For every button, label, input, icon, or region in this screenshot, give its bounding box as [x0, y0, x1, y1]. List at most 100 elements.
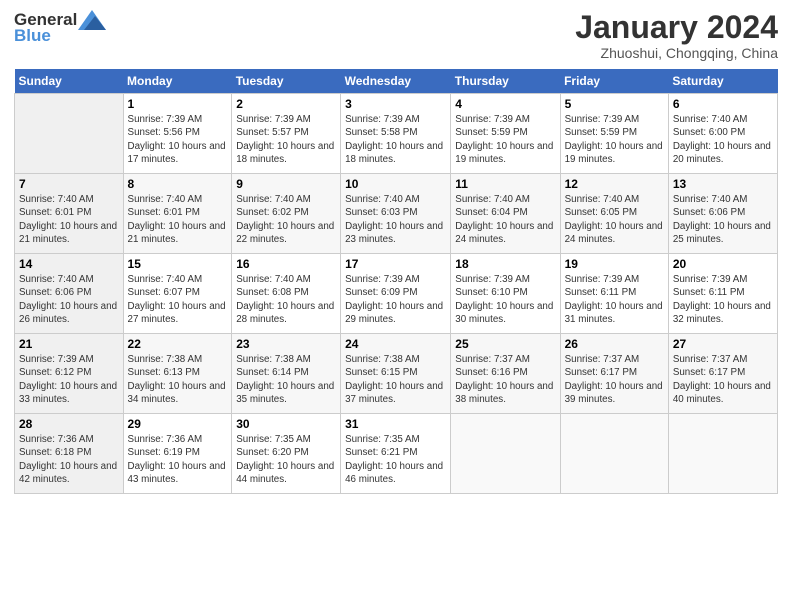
cell-detail: Sunrise: 7:40 AMSunset: 6:06 PMDaylight:… — [673, 193, 773, 246]
calendar-cell: 10 Sunrise: 7:40 AMSunset: 6:03 PMDaylig… — [341, 174, 451, 254]
day-header-saturday: Saturday — [668, 69, 777, 94]
calendar-cell: 11 Sunrise: 7:40 AMSunset: 6:04 PMDaylig… — [451, 174, 560, 254]
calendar-cell: 4 Sunrise: 7:39 AMSunset: 5:59 PMDayligh… — [451, 94, 560, 174]
day-header-monday: Monday — [123, 69, 232, 94]
cell-detail: Sunrise: 7:38 AMSunset: 6:13 PMDaylight:… — [128, 353, 228, 406]
cell-detail: Sunrise: 7:39 AMSunset: 5:58 PMDaylight:… — [345, 113, 446, 166]
day-number: 29 — [128, 417, 228, 431]
cell-detail: Sunrise: 7:40 AMSunset: 6:07 PMDaylight:… — [128, 273, 228, 326]
day-header-friday: Friday — [560, 69, 668, 94]
calendar-cell: 14 Sunrise: 7:40 AMSunset: 6:06 PMDaylig… — [15, 254, 124, 334]
calendar-cell — [451, 414, 560, 494]
cell-detail: Sunrise: 7:39 AMSunset: 6:10 PMDaylight:… — [455, 273, 555, 326]
calendar-cell: 28 Sunrise: 7:36 AMSunset: 6:18 PMDaylig… — [15, 414, 124, 494]
day-number: 5 — [565, 97, 664, 111]
day-number: 25 — [455, 337, 555, 351]
logo-icon — [78, 10, 106, 30]
day-number: 11 — [455, 177, 555, 191]
day-number: 15 — [128, 257, 228, 271]
calendar-week-3: 21 Sunrise: 7:39 AMSunset: 6:12 PMDaylig… — [15, 334, 778, 414]
day-number: 24 — [345, 337, 446, 351]
page-subtitle: Zhuoshui, Chongqing, China — [575, 45, 778, 61]
header: General Blue January 2024 Zhuoshui, Chon… — [14, 10, 778, 61]
page-container: General Blue January 2024 Zhuoshui, Chon… — [0, 0, 792, 612]
cell-detail: Sunrise: 7:35 AMSunset: 6:21 PMDaylight:… — [345, 433, 446, 486]
cell-detail: Sunrise: 7:40 AMSunset: 6:05 PMDaylight:… — [565, 193, 664, 246]
calendar-cell — [560, 414, 668, 494]
day-number: 3 — [345, 97, 446, 111]
calendar-cell: 19 Sunrise: 7:39 AMSunset: 6:11 PMDaylig… — [560, 254, 668, 334]
day-number: 2 — [236, 97, 336, 111]
cell-detail: Sunrise: 7:40 AMSunset: 6:00 PMDaylight:… — [673, 113, 773, 166]
calendar-cell: 13 Sunrise: 7:40 AMSunset: 6:06 PMDaylig… — [668, 174, 777, 254]
day-number: 13 — [673, 177, 773, 191]
day-header-wednesday: Wednesday — [341, 69, 451, 94]
day-number: 19 — [565, 257, 664, 271]
calendar-week-0: 1 Sunrise: 7:39 AMSunset: 5:56 PMDayligh… — [15, 94, 778, 174]
calendar-cell: 15 Sunrise: 7:40 AMSunset: 6:07 PMDaylig… — [123, 254, 232, 334]
day-number: 4 — [455, 97, 555, 111]
day-number: 1 — [128, 97, 228, 111]
day-number: 28 — [19, 417, 119, 431]
calendar-cell: 26 Sunrise: 7:37 AMSunset: 6:17 PMDaylig… — [560, 334, 668, 414]
calendar-cell: 16 Sunrise: 7:40 AMSunset: 6:08 PMDaylig… — [232, 254, 341, 334]
day-number: 6 — [673, 97, 773, 111]
day-number: 12 — [565, 177, 664, 191]
cell-detail: Sunrise: 7:40 AMSunset: 6:01 PMDaylight:… — [128, 193, 228, 246]
day-number: 22 — [128, 337, 228, 351]
calendar-cell: 21 Sunrise: 7:39 AMSunset: 6:12 PMDaylig… — [15, 334, 124, 414]
cell-detail: Sunrise: 7:38 AMSunset: 6:14 PMDaylight:… — [236, 353, 336, 406]
calendar-cell: 22 Sunrise: 7:38 AMSunset: 6:13 PMDaylig… — [123, 334, 232, 414]
calendar-cell — [15, 94, 124, 174]
cell-detail: Sunrise: 7:37 AMSunset: 6:16 PMDaylight:… — [455, 353, 555, 406]
day-number: 18 — [455, 257, 555, 271]
day-number: 9 — [236, 177, 336, 191]
cell-detail: Sunrise: 7:37 AMSunset: 6:17 PMDaylight:… — [673, 353, 773, 406]
day-number: 26 — [565, 337, 664, 351]
calendar-cell: 1 Sunrise: 7:39 AMSunset: 5:56 PMDayligh… — [123, 94, 232, 174]
day-header-tuesday: Tuesday — [232, 69, 341, 94]
calendar-cell: 17 Sunrise: 7:39 AMSunset: 6:09 PMDaylig… — [341, 254, 451, 334]
day-number: 7 — [19, 177, 119, 191]
cell-detail: Sunrise: 7:38 AMSunset: 6:15 PMDaylight:… — [345, 353, 446, 406]
calendar-cell: 23 Sunrise: 7:38 AMSunset: 6:14 PMDaylig… — [232, 334, 341, 414]
calendar-cell: 25 Sunrise: 7:37 AMSunset: 6:16 PMDaylig… — [451, 334, 560, 414]
title-block: January 2024 Zhuoshui, Chongqing, China — [575, 10, 778, 61]
cell-detail: Sunrise: 7:40 AMSunset: 6:02 PMDaylight:… — [236, 193, 336, 246]
cell-detail: Sunrise: 7:40 AMSunset: 6:01 PMDaylight:… — [19, 193, 119, 246]
cell-detail: Sunrise: 7:40 AMSunset: 6:06 PMDaylight:… — [19, 273, 119, 326]
calendar-cell: 8 Sunrise: 7:40 AMSunset: 6:01 PMDayligh… — [123, 174, 232, 254]
cell-detail: Sunrise: 7:39 AMSunset: 6:12 PMDaylight:… — [19, 353, 119, 406]
day-number: 10 — [345, 177, 446, 191]
cell-detail: Sunrise: 7:39 AMSunset: 5:57 PMDaylight:… — [236, 113, 336, 166]
calendar-cell: 7 Sunrise: 7:40 AMSunset: 6:01 PMDayligh… — [15, 174, 124, 254]
calendar-cell — [668, 414, 777, 494]
cell-detail: Sunrise: 7:39 AMSunset: 6:11 PMDaylight:… — [673, 273, 773, 326]
day-number: 17 — [345, 257, 446, 271]
day-number: 27 — [673, 337, 773, 351]
cell-detail: Sunrise: 7:36 AMSunset: 6:19 PMDaylight:… — [128, 433, 228, 486]
calendar-cell: 2 Sunrise: 7:39 AMSunset: 5:57 PMDayligh… — [232, 94, 341, 174]
calendar-cell: 24 Sunrise: 7:38 AMSunset: 6:15 PMDaylig… — [341, 334, 451, 414]
cell-detail: Sunrise: 7:37 AMSunset: 6:17 PMDaylight:… — [565, 353, 664, 406]
cell-detail: Sunrise: 7:40 AMSunset: 6:08 PMDaylight:… — [236, 273, 336, 326]
calendar-week-4: 28 Sunrise: 7:36 AMSunset: 6:18 PMDaylig… — [15, 414, 778, 494]
calendar-cell: 3 Sunrise: 7:39 AMSunset: 5:58 PMDayligh… — [341, 94, 451, 174]
calendar-cell: 30 Sunrise: 7:35 AMSunset: 6:20 PMDaylig… — [232, 414, 341, 494]
logo: General Blue — [14, 10, 106, 46]
day-number: 30 — [236, 417, 336, 431]
day-number: 23 — [236, 337, 336, 351]
cell-detail: Sunrise: 7:36 AMSunset: 6:18 PMDaylight:… — [19, 433, 119, 486]
calendar-cell: 5 Sunrise: 7:39 AMSunset: 5:59 PMDayligh… — [560, 94, 668, 174]
calendar-cell: 18 Sunrise: 7:39 AMSunset: 6:10 PMDaylig… — [451, 254, 560, 334]
day-number: 8 — [128, 177, 228, 191]
calendar-cell: 6 Sunrise: 7:40 AMSunset: 6:00 PMDayligh… — [668, 94, 777, 174]
page-title: January 2024 — [575, 10, 778, 45]
day-number: 20 — [673, 257, 773, 271]
day-header-sunday: Sunday — [15, 69, 124, 94]
cell-detail: Sunrise: 7:39 AMSunset: 5:59 PMDaylight:… — [565, 113, 664, 166]
cell-detail: Sunrise: 7:39 AMSunset: 5:59 PMDaylight:… — [455, 113, 555, 166]
calendar-week-1: 7 Sunrise: 7:40 AMSunset: 6:01 PMDayligh… — [15, 174, 778, 254]
cell-detail: Sunrise: 7:39 AMSunset: 6:11 PMDaylight:… — [565, 273, 664, 326]
day-number: 16 — [236, 257, 336, 271]
